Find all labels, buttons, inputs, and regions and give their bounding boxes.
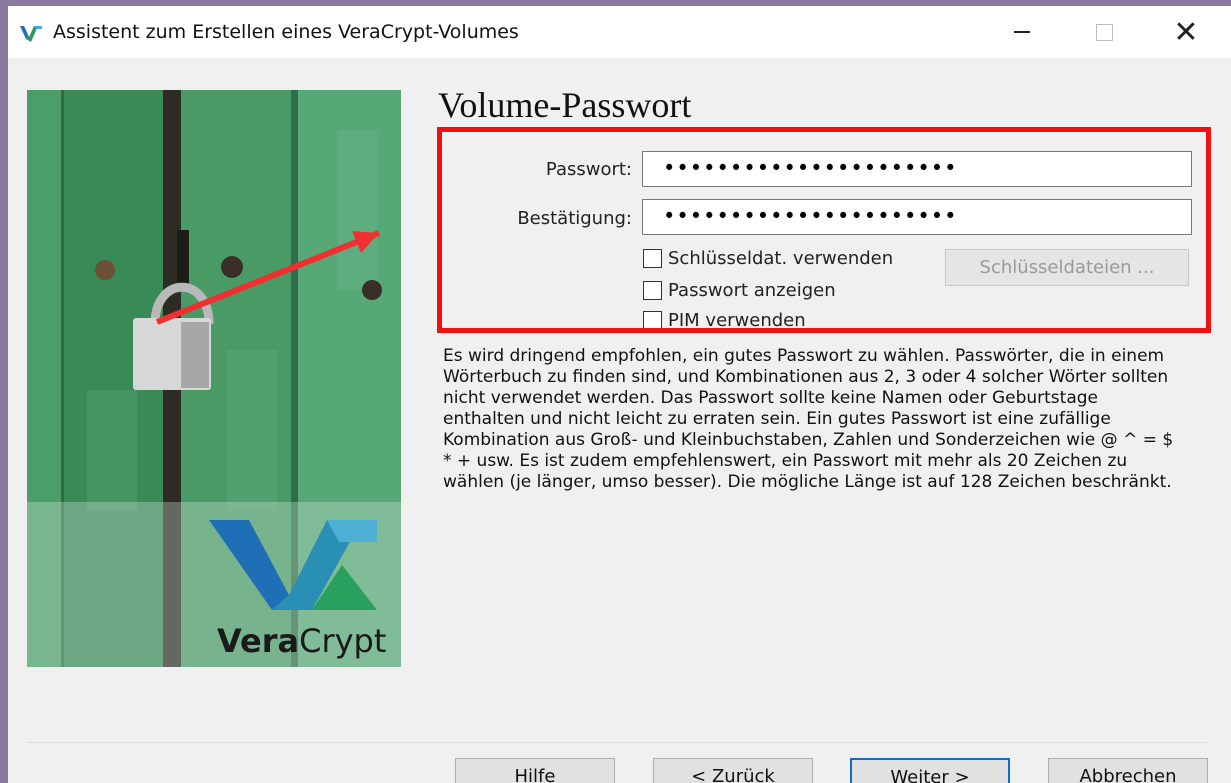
page-title: Volume-Passwort: [438, 85, 692, 125]
advice-line: enthalten und nicht leicht zu erraten se…: [443, 409, 1111, 429]
use-pim-label: PIM verwenden: [668, 310, 806, 331]
show-password-label: Passwort anzeigen: [668, 280, 836, 301]
next-button[interactable]: Weiter >: [850, 758, 1010, 783]
checkbox-box[interactable]: [643, 281, 662, 300]
minimize-icon: [1014, 31, 1030, 33]
confirm-password-label: Bestätigung:: [517, 208, 632, 229]
use-keyfiles-checkbox[interactable]: Schlüsseldat. verwenden: [643, 248, 893, 269]
padlock-door-illustration: VeraCrypt: [27, 90, 401, 667]
footer-separator: [27, 742, 1207, 743]
advice-line: wählen (je länger, umso besser). Die mög…: [443, 472, 1172, 492]
advice-line: Es wird dringend empfohlen, ein gutes Pa…: [443, 346, 1165, 366]
close-icon: ✕: [1173, 14, 1199, 50]
maximize-button[interactable]: [1072, 6, 1136, 58]
use-pim-checkbox[interactable]: PIM verwenden: [643, 310, 806, 331]
window-title: Assistent zum Erstellen eines VeraCrypt-…: [53, 21, 519, 43]
password-advice-text: Es wird dringend empfohlen, ein gutes Pa…: [443, 346, 1203, 493]
veracrypt-logo-text: VeraCrypt: [217, 622, 386, 660]
close-button[interactable]: ✕: [1154, 6, 1218, 58]
use-keyfiles-label: Schlüsseldat. verwenden: [668, 248, 894, 269]
advice-line: nicht verwendet werden. Das Passwort sol…: [443, 388, 1098, 408]
title-bar[interactable]: Assistent zum Erstellen eines VeraCrypt-…: [8, 6, 1231, 58]
confirm-password-input[interactable]: ••••••••••••••••••••••: [642, 199, 1192, 235]
wizard-window: Assistent zum Erstellen eines VeraCrypt-…: [8, 6, 1231, 783]
minimize-button[interactable]: [990, 6, 1054, 58]
maximize-icon: [1095, 23, 1113, 41]
show-password-checkbox[interactable]: Passwort anzeigen: [643, 280, 836, 301]
password-input[interactable]: ••••••••••••••••••••••: [642, 151, 1192, 187]
checkbox-box[interactable]: [643, 249, 662, 268]
wizard-side-image: VeraCrypt: [27, 90, 401, 667]
password-fields-group: Passwort: •••••••••••••••••••••• Bestäti…: [437, 127, 1211, 333]
help-button[interactable]: Hilfe: [455, 758, 615, 783]
keyfiles-button[interactable]: Schlüsseldateien ...: [945, 249, 1189, 286]
back-button[interactable]: < Zurück: [653, 758, 813, 783]
checkbox-box[interactable]: [643, 311, 662, 328]
cancel-button[interactable]: Abbrechen: [1048, 758, 1208, 783]
veracrypt-app-icon: [20, 26, 42, 42]
advice-line: Wörterbuch zu finden sind, und Kombinati…: [443, 367, 1169, 387]
advice-line: * + usw. Es ist zudem empfehlenswert, ei…: [443, 451, 1128, 471]
password-label: Passwort:: [545, 159, 632, 180]
advice-line: Kombination aus Groß- und Kleinbuchstabe…: [443, 430, 1174, 450]
